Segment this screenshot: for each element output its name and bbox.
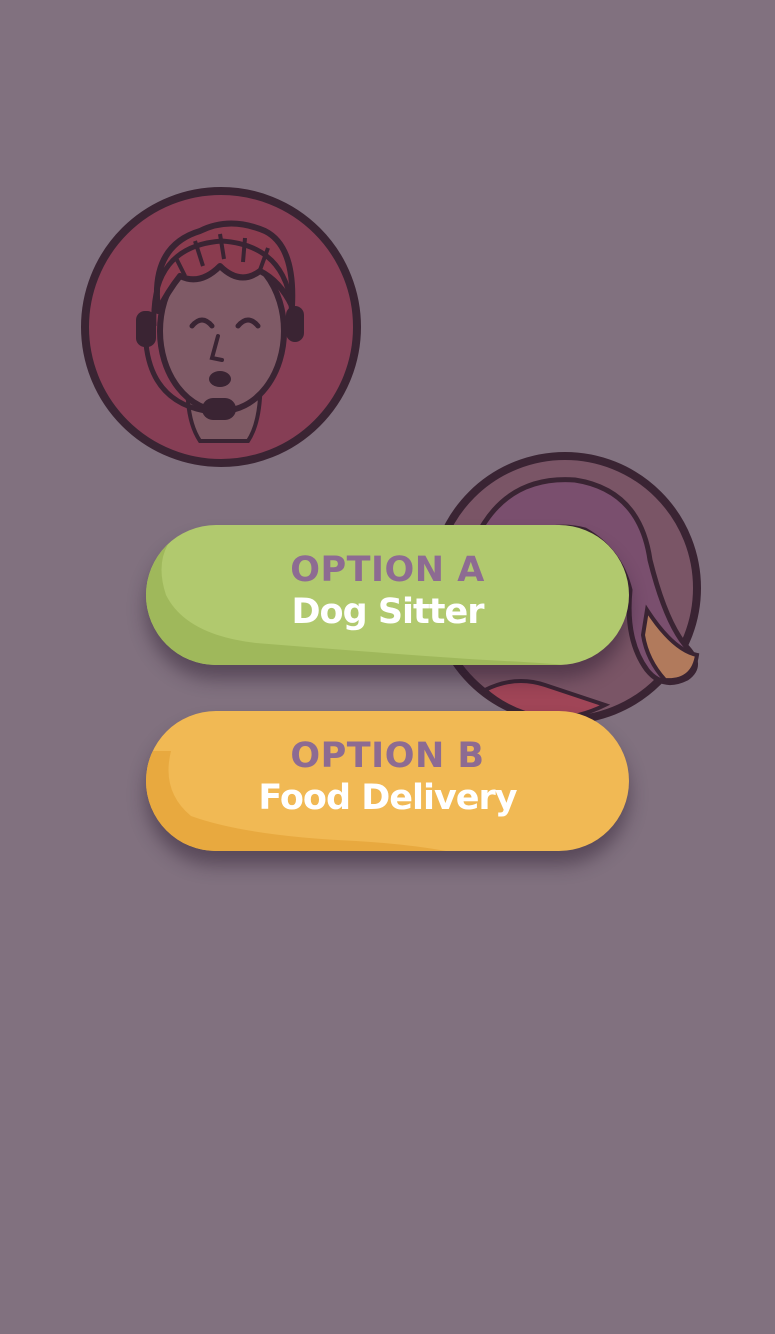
option-b-button[interactable]: OPTION B Food Delivery <box>146 711 629 851</box>
option-a-button[interactable]: OPTION A Dog Sitter <box>146 525 629 665</box>
option-b-value: Food Delivery <box>258 778 517 818</box>
option-a-label: OPTION A <box>290 550 485 590</box>
option-a-value: Dog Sitter <box>291 592 484 632</box>
operator-avatar-icon <box>80 186 362 468</box>
option-b-label: OPTION B <box>290 736 485 776</box>
